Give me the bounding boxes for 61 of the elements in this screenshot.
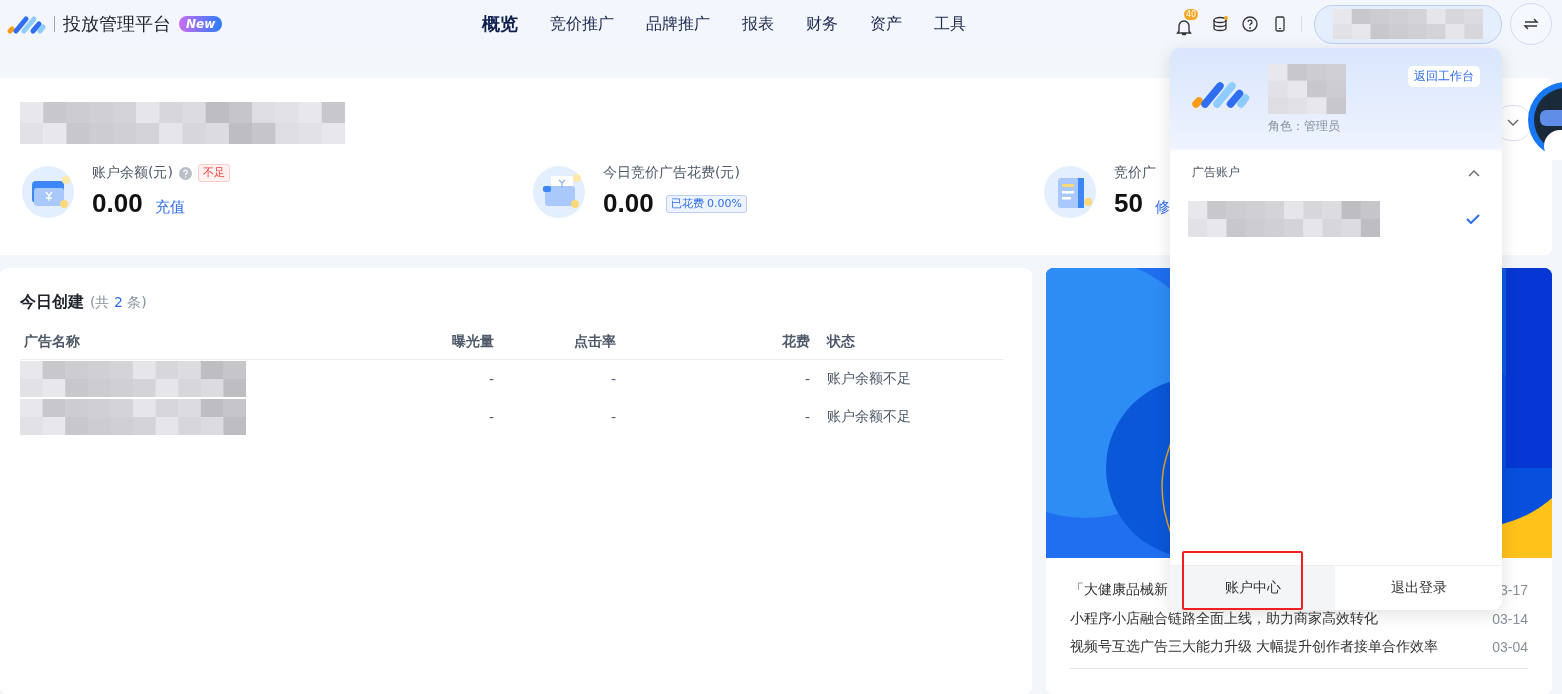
stat-value: 0.00	[92, 188, 143, 219]
stat-label: 今日竞价广告花费(元)	[603, 164, 740, 182]
column-header: 花费	[616, 333, 810, 360]
section-title: 今日创建	[20, 292, 84, 313]
platform-title: 投放管理平台	[63, 12, 171, 36]
document-icon	[1044, 165, 1096, 218]
check-icon	[1466, 214, 1480, 224]
table-cell-text: 账户余额不足	[826, 407, 912, 426]
column-header: 曝光量	[404, 333, 494, 360]
nav-tab[interactable]: 工具	[918, 12, 982, 36]
nav-tab[interactable]: 财务	[790, 12, 854, 36]
stat-link[interactable]: 充值	[154, 198, 185, 217]
status-tag: 已花费 0.00%	[665, 194, 748, 213]
item-count: (共 2 条)	[90, 294, 147, 312]
section-label: 广告账户	[1192, 164, 1240, 181]
news-date: 03-14	[1492, 610, 1528, 627]
switch-button[interactable]	[1510, 3, 1552, 45]
stat-value: 50	[1114, 188, 1143, 219]
column-header: 广告名称	[20, 333, 404, 360]
logo-icon	[6, 13, 46, 35]
chevron-icon	[1507, 119, 1519, 127]
account-switcher[interactable]	[1314, 4, 1502, 44]
notification-count: 40	[1184, 8, 1199, 20]
back-button[interactable]: 返回工作台	[1408, 66, 1480, 87]
nav-tab[interactable]: 竞价推广	[534, 12, 630, 36]
table-cell-text: -	[609, 370, 616, 389]
swap-icon	[1523, 17, 1539, 31]
table-cell-text: -	[803, 408, 810, 427]
table-cell-text: -	[803, 370, 810, 389]
new-badge: New	[179, 16, 223, 32]
stat-link[interactable]: 修	[1154, 198, 1170, 217]
wallet-icon	[533, 165, 585, 218]
nav-tab[interactable]: 资产	[854, 12, 918, 36]
nav-tab[interactable]: 报表	[726, 12, 790, 36]
bell-icon	[1175, 17, 1193, 36]
role-label: 角色：管理员	[1268, 117, 1341, 135]
news-date: 3-17	[1499, 582, 1528, 599]
stat-label: 竞价广	[1114, 164, 1156, 182]
news-link[interactable]: 视频号互选广告三大能力升级 大幅提升创作者接单合作效率	[1070, 638, 1439, 657]
help-icon	[1241, 15, 1259, 33]
status-tag: 不足	[197, 164, 230, 182]
nav-tab[interactable]: 概览	[466, 12, 534, 36]
stat-label: 账户余额(元)	[92, 164, 173, 182]
table-cell-text: -	[487, 408, 494, 427]
menu-button[interactable]: 账户中心	[1170, 566, 1335, 610]
news-link[interactable]: 小程序小店融合链路全面上线，助力商家高效转化	[1070, 609, 1378, 628]
column-header: 状态	[810, 333, 1004, 360]
table-cell-text: -	[487, 370, 494, 389]
help-button[interactable]	[1241, 15, 1259, 33]
wallet-icon	[22, 165, 74, 218]
coins-button[interactable]	[1211, 15, 1229, 33]
table-cell-text: 账户余额不足	[826, 369, 912, 388]
nav-tab[interactable]: 品牌推广	[630, 12, 726, 36]
news-date: 03-04	[1492, 639, 1528, 656]
menu-button[interactable]: 退出登录	[1335, 566, 1502, 610]
column-header: 点击率	[494, 333, 616, 360]
stat-value: 0.00	[603, 188, 654, 219]
table-cell-text: -	[609, 408, 616, 427]
news-link[interactable]: 「大健康品械新	[1070, 581, 1168, 600]
help-icon	[178, 166, 192, 180]
coins-icon	[1211, 15, 1229, 33]
